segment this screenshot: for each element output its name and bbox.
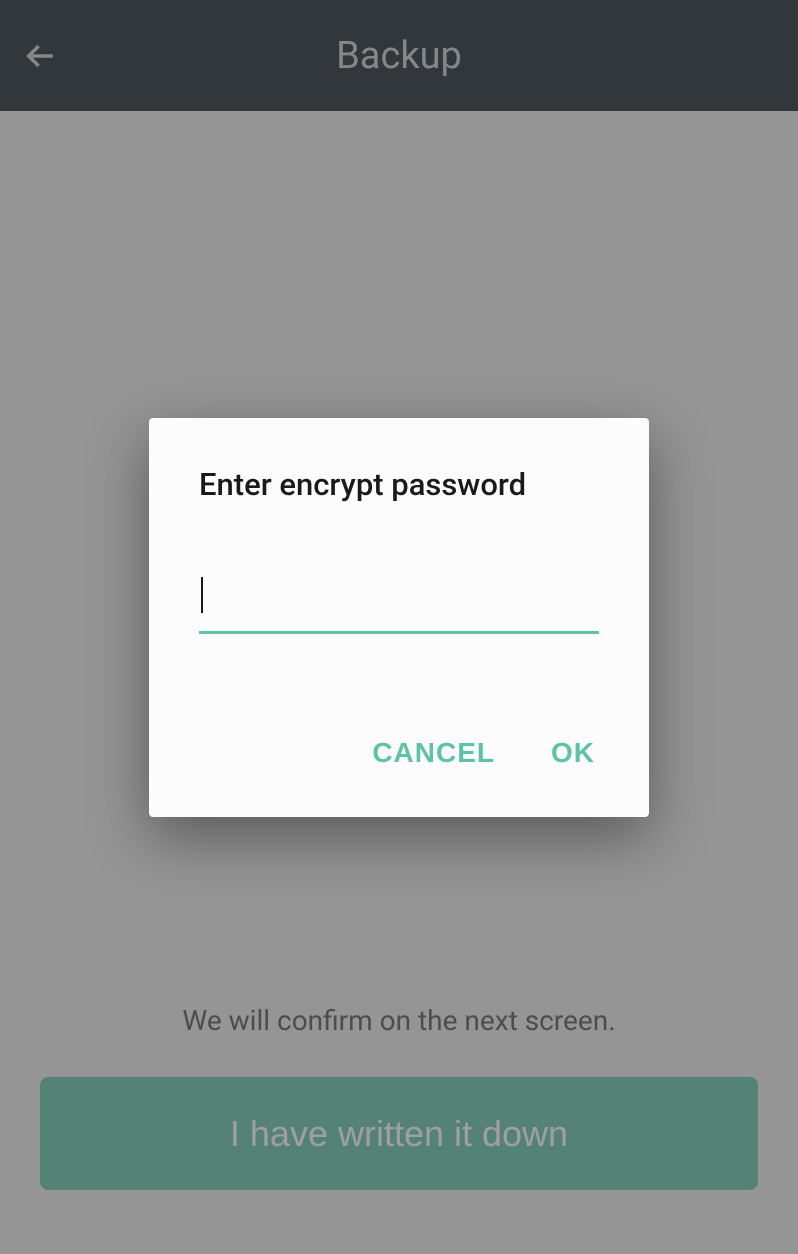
password-input[interactable] (199, 573, 599, 634)
dialog-title: Enter encrypt password (199, 466, 599, 503)
dialog-actions: CANCEL OK (199, 729, 599, 777)
modal-overlay[interactable]: Enter encrypt password CANCEL OK (0, 0, 798, 1254)
text-cursor (201, 577, 203, 613)
ok-button[interactable]: OK (547, 729, 599, 777)
cancel-button[interactable]: CANCEL (368, 729, 499, 777)
input-container (199, 573, 599, 634)
password-dialog: Enter encrypt password CANCEL OK (149, 418, 649, 817)
